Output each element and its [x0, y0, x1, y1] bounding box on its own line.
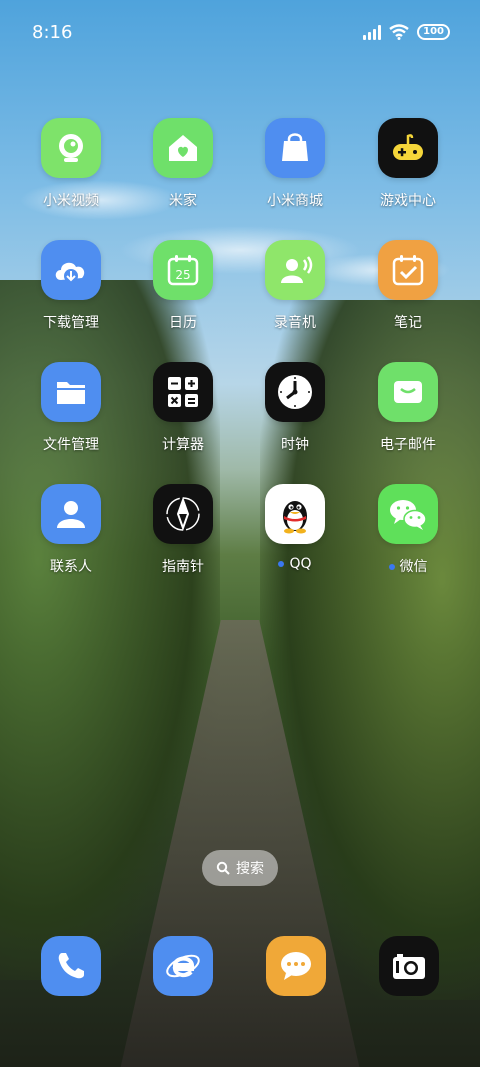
browser-icon [166, 954, 200, 978]
app-label: 时钟 [281, 437, 309, 453]
dock-messages[interactable] [266, 936, 326, 996]
voice-recorder-icon [265, 240, 325, 300]
app-label: 录音机 [274, 315, 316, 331]
status-time: 8:16 [32, 22, 73, 43]
clock-icon [265, 362, 325, 422]
app-qq[interactable]: QQ [245, 484, 345, 572]
calendar-icon: 25 [153, 240, 213, 300]
calculator-icon [153, 362, 213, 422]
phone-icon [58, 953, 84, 979]
app-game-center[interactable]: 游戏中心 [358, 118, 458, 210]
home-screen: 8:16 100 小米视频 米家 小米商城 游戏中心 下载管理 25 日历 录音… [0, 0, 480, 1067]
notes-icon [378, 240, 438, 300]
video-icon [41, 118, 101, 178]
app-label: 指南针 [162, 559, 204, 575]
app-label: QQ [289, 556, 312, 572]
app-mi-home[interactable]: 米家 [133, 118, 233, 210]
app-calculator[interactable]: 计算器 [133, 362, 233, 454]
search-label: 搜索 [236, 861, 264, 877]
app-compass[interactable]: 指南针 [133, 484, 233, 576]
signal-icon [363, 24, 382, 40]
qq-penguin-icon [265, 484, 325, 544]
wifi-icon [389, 24, 409, 40]
search-icon [216, 861, 230, 875]
mail-icon [378, 362, 438, 422]
camera-icon [393, 954, 425, 979]
app-label: 电子邮件 [380, 437, 436, 453]
app-mi-video[interactable]: 小米视频 [21, 118, 121, 210]
app-label: 下载管理 [43, 315, 99, 331]
app-email[interactable]: 电子邮件 [358, 362, 458, 454]
app-label: 文件管理 [43, 437, 99, 453]
dock-browser[interactable] [153, 936, 213, 996]
shopping-bag-icon [265, 118, 325, 178]
app-mi-store[interactable]: 小米商城 [245, 118, 345, 210]
game-controller-icon [378, 118, 438, 178]
app-downloads[interactable]: 下载管理 [21, 240, 121, 332]
app-file-manager[interactable]: 文件管理 [21, 362, 121, 454]
calendar-date: 25 [175, 268, 190, 282]
app-label: 计算器 [162, 437, 204, 453]
global-search-button[interactable]: 搜索 [202, 850, 278, 886]
app-calendar[interactable]: 25 日历 [133, 240, 233, 332]
app-clock[interactable]: 时钟 [245, 362, 345, 454]
app-label: 小米视频 [43, 193, 99, 209]
dock-camera[interactable] [379, 936, 439, 996]
folder-icon [41, 362, 101, 422]
app-label: 游戏中心 [380, 193, 436, 209]
home-icon [153, 118, 213, 178]
app-label: 日历 [169, 315, 197, 331]
wechat-icon [378, 484, 438, 544]
new-badge-dot [388, 564, 395, 570]
messages-icon [281, 952, 311, 980]
app-label: 米家 [169, 193, 197, 209]
app-wechat[interactable]: 微信 [358, 484, 458, 576]
app-recorder[interactable]: 录音机 [245, 240, 345, 332]
battery-icon: 100 [417, 24, 450, 40]
compass-icon [153, 484, 213, 544]
download-cloud-icon [41, 240, 101, 300]
app-label: 小米商城 [267, 193, 323, 209]
app-label: 联系人 [50, 559, 92, 575]
app-label: 微信 [399, 559, 428, 575]
dock-phone[interactable] [41, 936, 101, 996]
status-bar: 8:16 100 [0, 0, 480, 68]
app-contacts[interactable]: 联系人 [21, 484, 121, 576]
new-badge-dot [278, 561, 285, 567]
app-notes[interactable]: 笔记 [358, 240, 458, 332]
app-label: 笔记 [394, 315, 422, 331]
contacts-icon [41, 484, 101, 544]
